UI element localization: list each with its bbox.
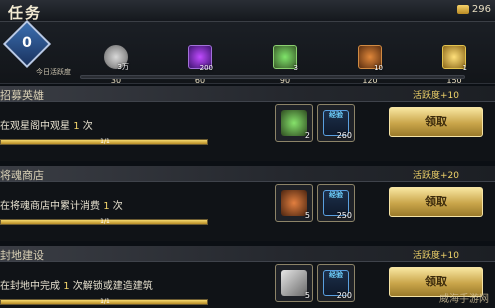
- reward-exp[interactable]: 经验 250: [317, 184, 355, 222]
- reward-qty: 2: [304, 131, 310, 140]
- exp-label: 经验: [329, 111, 343, 119]
- purple-orb-chest-icon: 200: [188, 45, 213, 72]
- top-bar: 任务 296: [0, 0, 495, 22]
- exp-qty: 200: [336, 291, 352, 300]
- green-gem-icon: [281, 110, 307, 136]
- exp-qty: 260: [336, 131, 352, 140]
- task-progress-text: 1/1: [100, 138, 110, 145]
- claim-button[interactable]: 领取: [389, 107, 483, 137]
- task-progress-text: 1/1: [100, 218, 110, 225]
- gold-coin-icon: [456, 4, 469, 14]
- reward-item[interactable]: 5: [275, 184, 313, 222]
- task-bonus: 活跃度+20: [413, 171, 459, 181]
- hammer-icon: [281, 270, 307, 296]
- reward-exp[interactable]: 经验 200: [317, 264, 355, 302]
- reward-exp[interactable]: 经验 260: [317, 104, 355, 142]
- task-name: 将魂商店: [0, 169, 44, 182]
- scroll-chest-icon: 10: [358, 45, 383, 72]
- green-gem-chest-icon: 3: [273, 45, 298, 72]
- task-section-recruit: 招募英雄 活跃度+10 在观星阁中观星 1 次 1/1 2 经验 260 领取: [0, 86, 495, 161]
- task-body: 在观星阁中观星 1 次 1/1 2 经验 260 领取: [0, 102, 495, 161]
- task-description: 在将魂商店中累计消费 1 次: [0, 201, 123, 212]
- activity-progress-track: [80, 75, 465, 79]
- task-name: 封地建设: [0, 249, 44, 262]
- page-title: 任务: [8, 4, 43, 22]
- exp-label: 经验: [329, 191, 343, 199]
- exp-qty: 250: [336, 211, 352, 220]
- task-header: 封地建设 活跃度+10: [0, 246, 495, 262]
- reward-qty: 5: [304, 291, 310, 300]
- task-body: 在封地中完成 1 次解锁或建造建筑 1/1 5 经验 200 领取: [0, 262, 495, 308]
- task-section-build: 封地建设 活跃度+10 在封地中完成 1 次解锁或建造建筑 1/1 5 经验 2…: [0, 246, 495, 308]
- milestone-60[interactable]: 200 60: [180, 45, 220, 85]
- reward-item[interactable]: 2: [275, 104, 313, 142]
- silver-coin-chest-icon: 3万: [104, 45, 129, 71]
- milestone-120[interactable]: 10 120: [350, 45, 390, 85]
- task-description: 在封地中完成 1 次解锁或建造建筑: [0, 281, 153, 292]
- task-body: 在将魂商店中累计消费 1 次 1/1 5 经验 250 领取: [0, 182, 495, 241]
- exp-label: 经验: [329, 271, 343, 279]
- task-progress-bar: 1/1: [0, 138, 208, 145]
- task-header: 将魂商店 活跃度+20: [0, 166, 495, 182]
- task-progress-bar: 1/1: [0, 218, 208, 225]
- task-description: 在观星阁中观星 1 次: [0, 121, 93, 132]
- reward-item[interactable]: 5: [275, 264, 313, 302]
- task-header: 招募英雄 活跃度+10: [0, 86, 495, 102]
- activity-panel: 0 今日活跃度 3万 30 200 60 3 90 10 120 1 150: [0, 19, 495, 85]
- gold-chest-icon: 1: [442, 45, 467, 72]
- milestone-90[interactable]: 3 90: [265, 45, 305, 85]
- claim-button[interactable]: 领取: [389, 187, 483, 217]
- milestone-150[interactable]: 1 150: [434, 45, 474, 85]
- task-bonus: 活跃度+10: [413, 251, 459, 261]
- reward-qty: 5: [304, 211, 310, 220]
- activity-label: 今日活跃度: [36, 68, 71, 76]
- task-section-shop: 将魂商店 活跃度+20 在将魂商店中累计消费 1 次 1/1 5 经验 250 …: [0, 166, 495, 241]
- task-bonus: 活跃度+10: [413, 91, 459, 101]
- task-name: 招募英雄: [0, 89, 44, 102]
- milestone-30[interactable]: 3万 30: [96, 45, 136, 85]
- task-progress-text: 1/1: [100, 298, 110, 305]
- activity-current-value: 0: [22, 35, 32, 51]
- watermark: 威海手游网: [439, 294, 489, 305]
- currency-value: 296: [471, 4, 491, 15]
- scroll-icon: [281, 190, 307, 216]
- currency-display: 296: [456, 4, 491, 15]
- task-progress-bar: 1/1: [0, 298, 208, 305]
